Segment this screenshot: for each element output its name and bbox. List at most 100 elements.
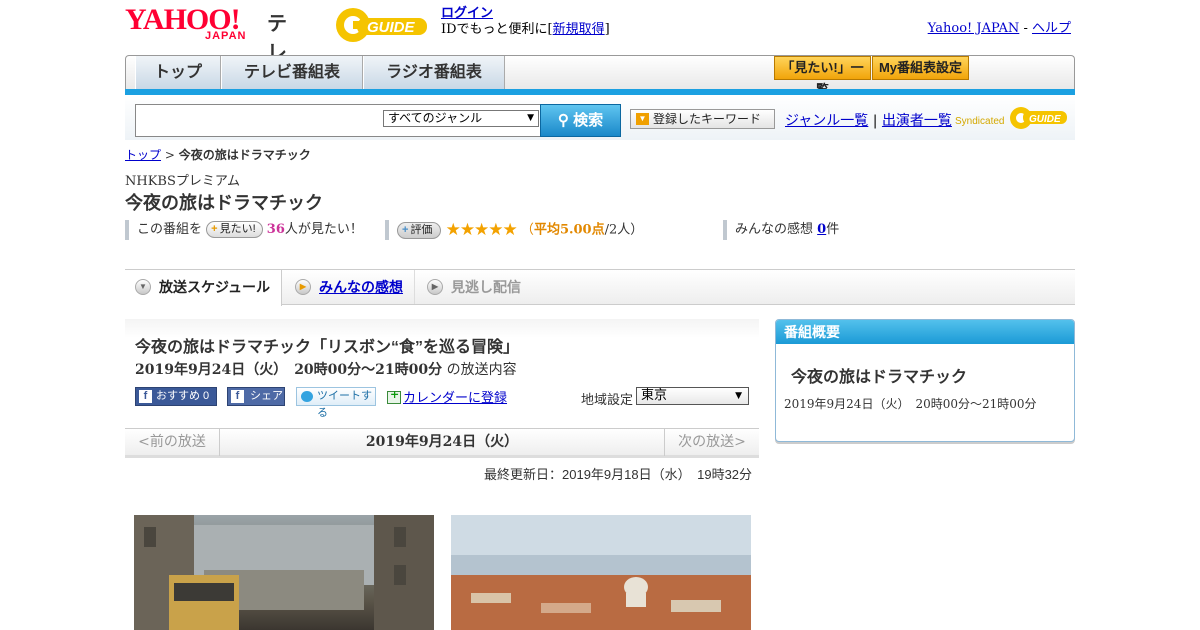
- gguide-logo[interactable]: GUIDE: [335, 5, 433, 45]
- facebook-icon: f: [139, 390, 152, 403]
- plus-icon: +: [211, 223, 218, 235]
- japan-logo-text: JAPAN: [205, 30, 247, 42]
- syndicated-brand: GUIDE: [1029, 114, 1061, 125]
- login-link[interactable]: ログイン: [441, 6, 493, 21]
- main-nav: トップ テレビ番組表 ラジオ番組表 「見たい!」一覧 My番組表設定: [125, 55, 1075, 97]
- episode-section: 今夜の旅はドラマチック「リスボン“食”を巡る冒険」 2019年9月24日（火） …: [125, 319, 759, 419]
- calendar-register-link[interactable]: カレンダーに登録: [403, 391, 507, 406]
- chevron-right-icon: ▶: [427, 279, 443, 295]
- region-select[interactable]: 東京 ▼: [636, 387, 749, 405]
- impressions-label: みんなの感想: [735, 222, 814, 237]
- triangle-down-icon: ▼: [636, 113, 649, 125]
- register-link[interactable]: 新規取得: [553, 22, 605, 37]
- overview-title: 今夜の旅はドラマチック: [791, 369, 968, 386]
- want-suffix: 人が見たい！: [284, 222, 363, 237]
- program-stats: この番組を + 見たい! 36人が見たい！ + 評価 ★★★★★ （平均5.00点/…: [125, 220, 1075, 240]
- average-open: （: [520, 222, 534, 238]
- impressions-suffix: 件: [826, 222, 840, 237]
- facebook-share-button[interactable]: f シェア: [227, 387, 285, 406]
- dropdown-arrow-icon: ▼: [735, 391, 742, 401]
- chevron-down-icon: ▼: [135, 279, 151, 295]
- want-stat: この番組を + 見たい! 36人が見たい！: [125, 220, 363, 240]
- rating-stars: ★★★★★: [445, 220, 518, 240]
- twitter-bird-icon: [301, 391, 313, 402]
- chevron-right-icon: ▶: [295, 279, 311, 295]
- want-count: 36: [266, 222, 285, 237]
- tab-impressions[interactable]: ▶ みんなの感想: [285, 270, 415, 304]
- nav-tab-radio-schedule[interactable]: ラジオ番組表: [363, 56, 505, 89]
- rating-stat: + 評価 ★★★★★ （平均5.00点/2人）: [385, 220, 643, 240]
- next-broadcast-link[interactable]: 次の放送>: [664, 429, 759, 456]
- search-button[interactable]: ⚲ 検索: [540, 104, 621, 137]
- tab-label: 放送スケジュール: [159, 279, 271, 295]
- channel-name: NHKBSプレミアム: [125, 174, 240, 189]
- date-navigation: <前の放送 2019年9月24日（火） 次の放送>: [125, 428, 759, 458]
- breadcrumb-current: 今夜の旅はドラマチック: [178, 148, 311, 162]
- want-list-button[interactable]: 「見たい!」一覧: [774, 56, 871, 97]
- breadcrumb-separator: >: [164, 148, 175, 162]
- syndicated-gguide-logo: Syndicated GUIDE: [955, 107, 1067, 129]
- facebook-share-label: シェア: [250, 390, 283, 402]
- genre-selected-value: すべてのジャンル: [388, 111, 483, 125]
- region-selected-value: 東京: [641, 388, 668, 403]
- tweet-label: ツイートする: [317, 390, 372, 419]
- id-prompt-suffix: ]: [604, 22, 610, 37]
- facebook-recommend-button[interactable]: f おすすめ 0: [135, 387, 217, 406]
- page-title: 今夜の旅はドラマチック: [125, 193, 323, 213]
- previous-broadcast-link[interactable]: <前の放送: [125, 429, 220, 456]
- genre-list-link[interactable]: ジャンル一覧: [785, 113, 868, 129]
- tab-label: みんなの感想: [319, 279, 403, 295]
- program-overview-panel: 番組概要 今夜の旅はドラマチック 2019年9月24日（火） 20時00分～21…: [775, 319, 1075, 442]
- region-label: 地域設定: [581, 393, 634, 408]
- current-broadcast-date: 2019年9月24日（火）: [365, 434, 519, 450]
- performer-list-link[interactable]: 出演者一覧: [882, 113, 952, 129]
- syndicated-label: Syndicated: [955, 116, 1004, 127]
- breadcrumb-top-link[interactable]: トップ: [125, 148, 161, 162]
- login-block: ログイン IDでもっと便利に[新規取得]: [441, 6, 610, 38]
- gguide-logo-text: GUIDE: [367, 19, 416, 36]
- average-suffix: /2人）: [604, 222, 644, 238]
- want-button-label: 見たい!: [219, 223, 256, 235]
- search-button-label: 検索: [573, 112, 604, 129]
- tab-label: 見逃し配信: [451, 279, 521, 295]
- nav-tab-tv-schedule[interactable]: テレビ番組表: [221, 56, 363, 89]
- registered-keyword-label: 登録したキーワード: [653, 112, 762, 126]
- average-score: 平均5.00点: [533, 222, 605, 238]
- want-button[interactable]: + 見たい!: [206, 221, 263, 238]
- episode-title: 今夜の旅はドラマチック「リスボン“食”を巡る冒険」: [135, 339, 520, 356]
- dropdown-arrow-icon: ▼: [527, 113, 534, 123]
- search-links-separator: |: [872, 113, 878, 129]
- breadcrumb: トップ > 今夜の旅はドラマチック: [125, 146, 311, 163]
- episode-time: 2019年9月24日（火） 20時00分～21時00分 の放送内容: [135, 359, 517, 379]
- calendar-register: カレンダーに登録: [387, 387, 507, 406]
- tab-broadcast-schedule[interactable]: ▼ 放送スケジュール: [125, 270, 282, 306]
- my-schedule-button[interactable]: My番組表設定: [872, 56, 969, 80]
- tweet-button[interactable]: ツイートする: [296, 387, 376, 419]
- help-link[interactable]: ヘルプ: [1032, 21, 1071, 36]
- episode-datetime-suffix: の放送内容: [446, 362, 517, 378]
- plus-icon: +: [402, 223, 409, 236]
- content-tabs: ▼ 放送スケジュール ▶ みんなの感想 ▶ 見逃し配信: [125, 269, 1075, 306]
- search-icon: ⚲: [557, 112, 569, 129]
- yahoo-japan-logo[interactable]: YAHOO! JAPAN テレビ: [125, 5, 287, 94]
- calendar-add-icon: [387, 388, 401, 404]
- episode-photo-tram-street: [134, 515, 434, 630]
- this-program-label: この番組を: [137, 222, 203, 237]
- impressions-count-link[interactable]: 0: [817, 222, 826, 237]
- search-bar: すべてのジャンル ▼ ⚲ 検索 ▼ 登録したキーワード ジャンル一覧 | 出演者…: [125, 95, 1075, 140]
- nav-tab-top[interactable]: トップ: [135, 56, 221, 89]
- facebook-icon: f: [231, 390, 244, 403]
- registered-keyword-button[interactable]: ▼ 登録したキーワード: [630, 109, 775, 129]
- genre-select[interactable]: すべてのジャンル ▼: [383, 110, 539, 127]
- yahoo-japan-link[interactable]: Yahoo! JAPAN: [928, 21, 1020, 36]
- tab-missed-delivery: ▶ 見逃し配信: [417, 270, 547, 304]
- top-links-separator: -: [1023, 21, 1028, 36]
- last-updated: 最終更新日：2019年9月18日（水） 19時32分: [484, 467, 753, 482]
- site-header: YAHOO! JAPAN テレビ GUIDE ログイン IDでもっと便利に[新規…: [125, 5, 1075, 94]
- facebook-recommend-label: おすすめ 0: [156, 390, 210, 402]
- overview-time: 2019年9月24日（火） 20時00分～21時00分: [784, 397, 1037, 411]
- episode-photo-lisbon-view: [451, 515, 751, 630]
- top-links: Yahoo! JAPAN - ヘルプ: [928, 17, 1071, 36]
- rate-button[interactable]: + 評価: [397, 221, 442, 239]
- id-prompt-prefix: IDでもっと便利に[: [441, 22, 553, 37]
